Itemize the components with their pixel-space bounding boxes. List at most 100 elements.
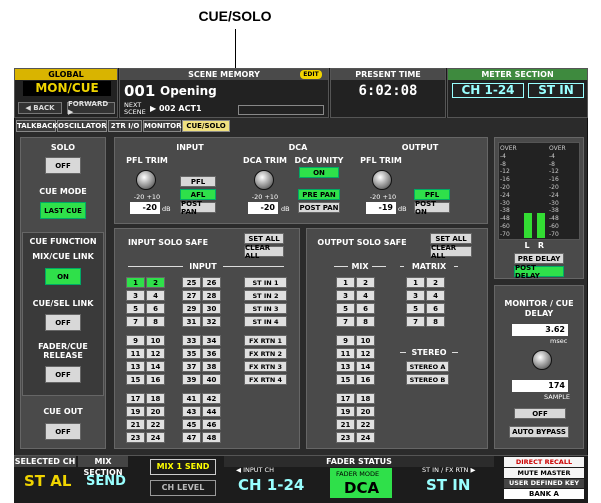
input-ch-key[interactable]: 38 — [202, 361, 221, 372]
mix-key[interactable]: 3 — [336, 290, 355, 301]
st-in-key[interactable]: ST IN 3 — [244, 303, 287, 314]
input-ch-key[interactable]: 13 — [126, 361, 145, 372]
input-ch-key[interactable]: 10 — [146, 335, 165, 346]
fx-rtn-key[interactable]: FX RTN 1 — [244, 335, 287, 346]
input-ch-key[interactable]: 46 — [202, 419, 221, 430]
mix-key[interactable]: 24 — [356, 432, 375, 443]
input-ch-key[interactable]: 5 — [126, 303, 145, 314]
fader-cue-release-button[interactable]: OFF — [45, 366, 81, 383]
mix-key[interactable]: 21 — [336, 419, 355, 430]
meter-st-button[interactable]: ST IN — [528, 83, 584, 98]
input-ch-key[interactable]: 27 — [182, 290, 201, 301]
dca-pre-pan-button[interactable]: PRE PAN — [298, 189, 340, 200]
tab-cue-solo[interactable]: CUE/SOLO — [182, 120, 230, 132]
input-ch-key[interactable]: 48 — [202, 432, 221, 443]
input-ch-key[interactable]: 23 — [126, 432, 145, 443]
input-ch-key[interactable]: 8 — [146, 316, 165, 327]
solo-button[interactable]: OFF — [45, 157, 81, 174]
input-ch-key[interactable]: 42 — [202, 393, 221, 404]
st-in-key[interactable]: ST IN 4 — [244, 316, 287, 327]
input-afl-button[interactable]: AFL — [180, 189, 216, 200]
mix-key[interactable]: 22 — [356, 419, 375, 430]
input-ch-key[interactable]: 34 — [202, 335, 221, 346]
mix-key[interactable]: 14 — [356, 361, 375, 372]
forward-button[interactable]: FORWARD ▶ — [67, 100, 115, 116]
input-value[interactable]: -20 — [130, 202, 160, 214]
tab-2tr-io[interactable]: 2TR I/O — [108, 120, 142, 132]
mix-key[interactable]: 9 — [336, 335, 355, 346]
matrix-key[interactable]: 3 — [406, 290, 425, 301]
input-ch-key[interactable]: 9 — [126, 335, 145, 346]
input-pfl-trim-knob[interactable] — [136, 170, 156, 190]
mon-cue-display[interactable]: MON/CUE — [23, 81, 111, 96]
st-in-key[interactable]: ST IN 1 — [244, 277, 287, 288]
tab-talkback[interactable]: TALKBACK — [16, 120, 58, 132]
input-ch-key[interactable]: 11 — [126, 348, 145, 359]
input-ch-key[interactable]: 1 — [126, 277, 145, 288]
auto-bypass-button[interactable]: AUTO BYPASS — [509, 426, 569, 438]
input-ch-key[interactable]: 26 — [202, 277, 221, 288]
input-ch-key[interactable]: 6 — [146, 303, 165, 314]
mix-key[interactable]: 19 — [336, 406, 355, 417]
fx-rtn-key[interactable]: FX RTN 3 — [244, 361, 287, 372]
stereo-a-key[interactable]: STEREO A — [406, 361, 449, 372]
mix-key[interactable]: 15 — [336, 374, 355, 385]
output-post-on-button[interactable]: POST ON — [414, 200, 450, 216]
input-ch-key[interactable]: 39 — [182, 374, 201, 385]
dca-value[interactable]: -20 — [248, 202, 278, 214]
matrix-key[interactable]: 7 — [406, 316, 425, 327]
cue-out-button[interactable]: OFF — [45, 423, 81, 440]
input-ch-key[interactable]: 33 — [182, 335, 201, 346]
input-ch-key[interactable]: 28 — [202, 290, 221, 301]
matrix-key[interactable]: 4 — [426, 290, 445, 301]
input-ch-key[interactable]: 37 — [182, 361, 201, 372]
dca-unity-on-button[interactable]: ON — [299, 167, 339, 178]
mix-key[interactable]: 11 — [336, 348, 355, 359]
delay-value[interactable]: 3.62 — [512, 324, 568, 336]
input-ch-key[interactable]: 12 — [146, 348, 165, 359]
dca-trim-knob[interactable] — [254, 170, 274, 190]
delay-off-button[interactable]: OFF — [514, 408, 566, 419]
input-ch-key[interactable]: 22 — [146, 419, 165, 430]
input-ch-key[interactable]: 3 — [126, 290, 145, 301]
input-pfl-button[interactable]: PFL — [180, 176, 216, 187]
back-button[interactable]: ◀ BACK — [18, 102, 62, 114]
st-in-key[interactable]: ST IN 2 — [244, 290, 287, 301]
input-ch-key[interactable]: 17 — [126, 393, 145, 404]
input-ch-key[interactable]: 31 — [182, 316, 201, 327]
input-ch-key[interactable]: 32 — [202, 316, 221, 327]
input-ch-key[interactable]: 20 — [146, 406, 165, 417]
input-ch-key[interactable]: 44 — [202, 406, 221, 417]
input-ch-key[interactable]: 40 — [202, 374, 221, 385]
dca-post-pan-button[interactable]: POST PAN — [298, 202, 340, 213]
mix1-send-button[interactable]: MIX 1 SEND — [150, 459, 216, 475]
input-ch-key[interactable]: 29 — [182, 303, 201, 314]
direct-recall[interactable]: DIRECT RECALL — [504, 457, 584, 467]
mix-key[interactable]: 10 — [356, 335, 375, 346]
cue-mode-button[interactable]: LAST CUE — [40, 202, 86, 219]
delay-knob[interactable] — [532, 350, 552, 370]
matrix-key[interactable]: 5 — [406, 303, 425, 314]
input-ch-key[interactable]: 25 — [182, 277, 201, 288]
matrix-key[interactable]: 1 — [406, 277, 425, 288]
output-value[interactable]: -19 — [366, 202, 396, 214]
input-ch-key[interactable]: 15 — [126, 374, 145, 385]
tab-monitor[interactable]: MONITOR — [143, 120, 182, 132]
input-ch-key[interactable]: 41 — [182, 393, 201, 404]
input-ch-key[interactable]: 18 — [146, 393, 165, 404]
input-set-all-button[interactable]: SET ALL — [244, 233, 284, 244]
input-ch-key[interactable]: 14 — [146, 361, 165, 372]
input-post-pan-button[interactable]: POST PAN — [180, 200, 216, 216]
fx-rtn-key[interactable]: FX RTN 4 — [244, 374, 287, 385]
input-ch-key[interactable]: 24 — [146, 432, 165, 443]
input-ch-key[interactable]: 16 — [146, 374, 165, 385]
ch-level-button[interactable]: CH LEVEL — [150, 480, 216, 496]
output-pfl-trim-knob[interactable] — [372, 170, 392, 190]
input-ch-key[interactable]: 21 — [126, 419, 145, 430]
fx-rtn-key[interactable]: FX RTN 2 — [244, 348, 287, 359]
input-ch-key[interactable]: 19 — [126, 406, 145, 417]
mix-key[interactable]: 1 — [336, 277, 355, 288]
mix-key[interactable]: 23 — [336, 432, 355, 443]
mix-key[interactable]: 2 — [356, 277, 375, 288]
pre-delay-button[interactable]: PRE DELAY — [514, 253, 564, 264]
